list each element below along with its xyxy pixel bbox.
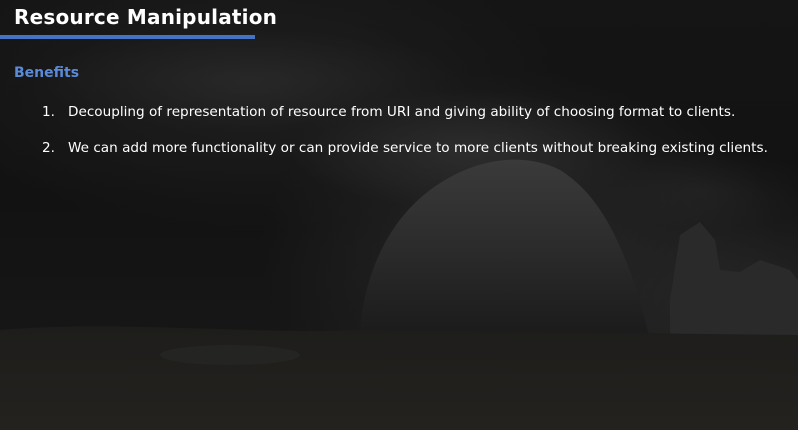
list-item: 2. We can add more functionality or can … <box>42 140 768 176</box>
list-item-text: We can add more functionality or can pro… <box>68 140 768 156</box>
list-item: 1. Decoupling of representation of resou… <box>42 104 768 140</box>
title-underline <box>0 35 255 39</box>
list-item-number: 1. <box>42 104 55 120</box>
background-landscape-image <box>0 30 798 430</box>
slide: Resource Manipulation Benefits 1. Decoup… <box>0 0 798 430</box>
list-item-number: 2. <box>42 140 55 156</box>
section-heading: Benefits <box>14 65 80 81</box>
list-item-text: Decoupling of representation of resource… <box>68 104 736 120</box>
benefits-list: 1. Decoupling of representation of resou… <box>42 104 768 176</box>
slide-title: Resource Manipulation <box>14 5 278 29</box>
